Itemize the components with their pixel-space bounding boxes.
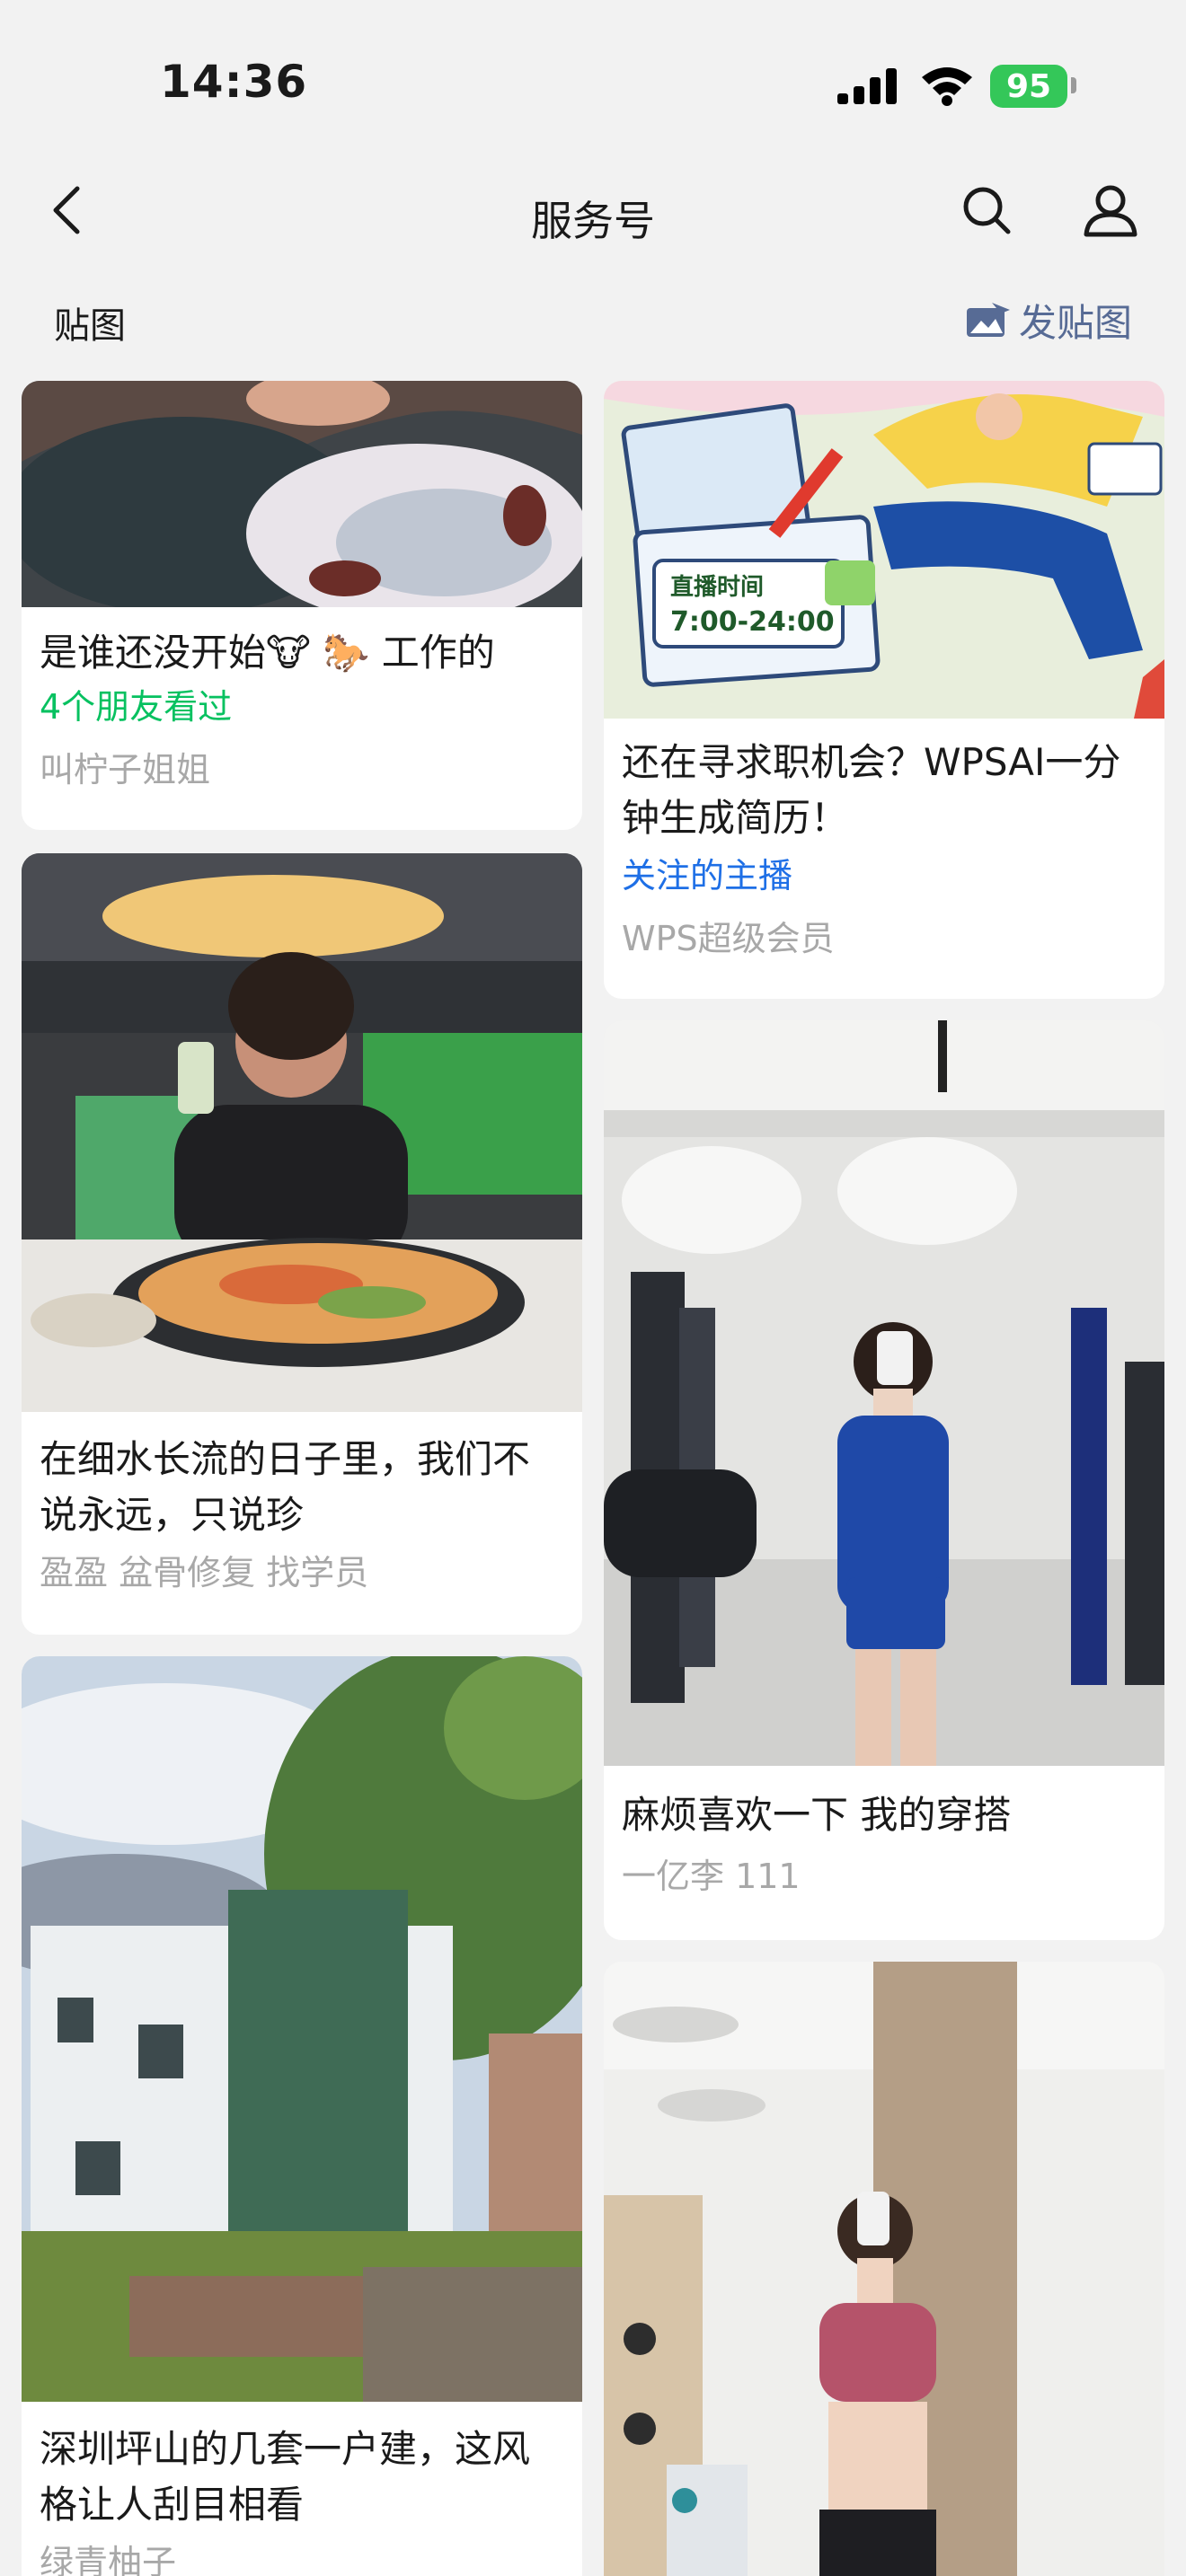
- post-author: WPS超级会员: [622, 919, 835, 958]
- user-icon: [1084, 185, 1137, 237]
- post-author: 盈盈 盆骨修复 找学员: [40, 1553, 369, 1592]
- card-text: 还在寻求职机会？WPSAI一分钟生成简历！ 关注的主播 WPS超级会员: [622, 735, 1146, 965]
- post-tag: 关注的主播: [622, 856, 793, 895]
- post-image: [22, 1656, 582, 2402]
- card-text: 是谁还没开始🐮 🐎 工作的 4个朋友看过 叫柠子姐姐: [40, 625, 564, 796]
- post-author: 绿青柚子: [40, 2543, 177, 2576]
- cellular-signal-icon: [837, 68, 897, 104]
- status-bar: 14:36 95: [0, 0, 1186, 153]
- section-header: 贴图 发贴图: [0, 278, 1186, 368]
- post-title: 是谁还没开始🐮 🐎 工作的: [40, 631, 495, 675]
- feed-card[interactable]: 麻烦喜欢一下 我的穿搭 一亿李 111: [604, 1020, 1164, 1940]
- post-image: [604, 1962, 1164, 2576]
- post-title: 麻烦喜欢一下 我的穿搭: [622, 1793, 1012, 1837]
- post-sticker-label: 发贴图: [1018, 301, 1132, 345]
- feed-card[interactable]: 是谁还没开始🐮 🐎 工作的 4个朋友看过 叫柠子姐姐: [22, 381, 582, 830]
- feed-card[interactable]: 在细水长流的日子里，我们不说永远，只说珍 盈盈 盆骨修复 找学员: [22, 853, 582, 1635]
- search-button[interactable]: [952, 176, 1021, 244]
- card-text: 在细水长流的日子里，我们不说永远，只说珍 盈盈 盆骨修复 找学员: [40, 1432, 564, 1599]
- battery-level: 95: [1005, 67, 1052, 105]
- nav-bar: 服务号: [0, 153, 1186, 269]
- feed-card[interactable]: 深圳坪山的几套一户建，这风格让人刮目相看 绿青柚子: [22, 1656, 582, 2576]
- friends-viewed: 4个朋友看过: [40, 687, 233, 727]
- post-title: 在细水长流的日子里，我们不说永远，只说珍: [40, 1437, 531, 1537]
- search-icon: [963, 187, 1011, 234]
- post-image: [22, 381, 582, 607]
- post-title: 深圳坪山的几套一户建，这风格让人刮目相看: [40, 2427, 531, 2527]
- post-image: [604, 1020, 1164, 1766]
- post-author: 叫柠子姐姐: [40, 750, 211, 790]
- post-sticker-button[interactable]: 发贴图: [965, 293, 1132, 348]
- feed: 是谁还没开始🐮 🐎 工作的 4个朋友看过 叫柠子姐姐 在细水长流的日子里，我们不…: [0, 381, 1186, 2576]
- image-post-icon: [966, 302, 1010, 337]
- status-time: 14:36: [160, 56, 308, 108]
- poster-line-2: 7:00-24:00: [670, 606, 835, 638]
- wifi-icon: [922, 67, 972, 106]
- feed-card[interactable]: [604, 1962, 1164, 2576]
- poster-line-1: 直播时间: [670, 574, 764, 601]
- post-title: 还在寻求职机会？WPSAI一分钟生成简历！: [622, 740, 1121, 840]
- post-image: [22, 853, 582, 1412]
- post-author: 一亿李 111: [622, 1857, 801, 1896]
- post-image: 直播时间 7:00-24:00: [604, 381, 1164, 719]
- card-text: 深圳坪山的几套一户建，这风格让人刮目相看 绿青柚子: [40, 2422, 564, 2576]
- profile-button[interactable]: [1075, 176, 1146, 244]
- battery-nub: [1071, 77, 1076, 93]
- card-text: 麻烦喜欢一下 我的穿搭 一亿李 111: [622, 1787, 1146, 1902]
- section-title: 贴图: [54, 305, 126, 347]
- feed-card[interactable]: 直播时间 7:00-24:00 还在寻求职机会？WPSAI一分钟生成简历！ 关注…: [604, 381, 1164, 999]
- battery-icon: 95: [990, 65, 1067, 108]
